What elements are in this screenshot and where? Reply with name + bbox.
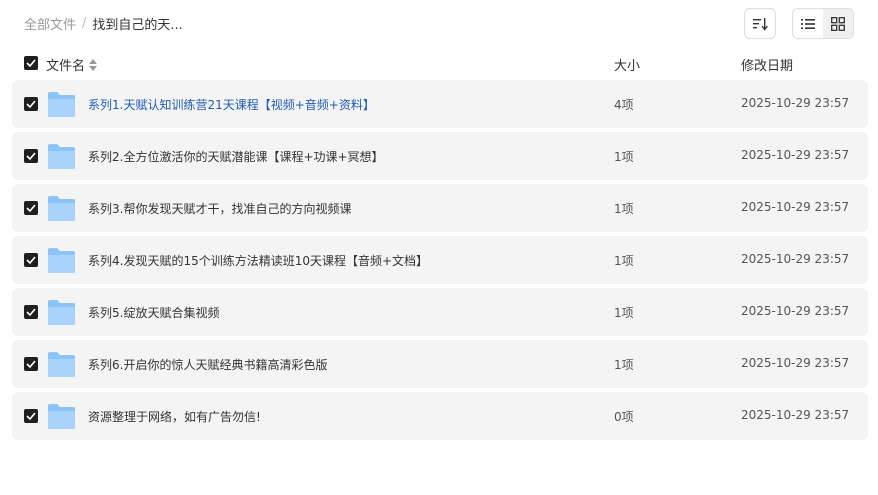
file-date: 2025-10-29 23:57 bbox=[741, 96, 850, 110]
column-name-label: 文件名 bbox=[46, 59, 86, 74]
check-icon bbox=[26, 256, 36, 264]
column-header-date: 修改日期 bbox=[741, 59, 794, 74]
file-size: 0项 bbox=[614, 410, 634, 424]
check-icon bbox=[26, 360, 36, 368]
breadcrumb: 全部文件 / 找到自己的天... bbox=[24, 14, 183, 33]
check-icon bbox=[26, 204, 36, 212]
file-name-link[interactable]: 系列4.发现天赋的15个训练方法精读班10天课程【音频+文档】 bbox=[88, 252, 428, 269]
file-size: 4项 bbox=[614, 98, 634, 112]
row-checkbox[interactable] bbox=[24, 201, 38, 215]
table-header: 文件名 大小 修改日期 bbox=[0, 52, 878, 76]
file-name-link[interactable]: 系列1.天赋认知训练营21天课程【视频+音频+资料】 bbox=[88, 96, 375, 113]
file-size: 1项 bbox=[614, 150, 634, 164]
row-checkbox[interactable] bbox=[24, 305, 38, 319]
folder-icon bbox=[48, 144, 75, 169]
list-view-button[interactable] bbox=[793, 9, 823, 38]
file-size: 1项 bbox=[614, 306, 634, 320]
file-date: 2025-10-29 23:57 bbox=[741, 252, 850, 266]
row-checkbox[interactable] bbox=[24, 97, 38, 111]
folder-icon bbox=[48, 92, 75, 117]
column-header-name[interactable]: 文件名 bbox=[46, 55, 98, 74]
grid-view-button[interactable] bbox=[823, 9, 853, 38]
sort-icon bbox=[753, 17, 768, 31]
folder-icon bbox=[48, 248, 75, 273]
sort-arrows-icon bbox=[89, 58, 98, 71]
folder-icon bbox=[48, 196, 75, 221]
select-all-checkbox[interactable] bbox=[24, 56, 38, 70]
check-icon bbox=[26, 59, 36, 67]
grid-view-icon bbox=[831, 16, 845, 31]
file-date: 2025-10-29 23:57 bbox=[741, 408, 850, 422]
check-icon bbox=[26, 308, 36, 316]
table-row[interactable]: 资源整理于网络，如有广告勿信! 0项 2025-10-29 23:57 bbox=[12, 392, 868, 440]
file-date: 2025-10-29 23:57 bbox=[741, 200, 850, 214]
file-name-link[interactable]: 资源整理于网络，如有广告勿信! bbox=[88, 408, 261, 425]
breadcrumb-root[interactable]: 全部文件 bbox=[24, 14, 76, 33]
column-header-size: 大小 bbox=[614, 59, 641, 74]
table-row[interactable]: 系列3.帮你发现天赋才干，找准自己的方向视频课 1项 2025-10-29 23… bbox=[12, 184, 868, 232]
file-date: 2025-10-29 23:57 bbox=[741, 304, 850, 318]
file-size: 1项 bbox=[614, 358, 634, 372]
row-checkbox[interactable] bbox=[24, 357, 38, 371]
file-name-link[interactable]: 系列6.开启你的惊人天赋经典书籍高清彩色版 bbox=[88, 356, 327, 373]
file-name-link[interactable]: 系列3.帮你发现天赋才干，找准自己的方向视频课 bbox=[88, 200, 351, 217]
view-switch bbox=[792, 8, 854, 39]
file-date: 2025-10-29 23:57 bbox=[741, 148, 850, 162]
top-bar: 全部文件 / 找到自己的天... bbox=[0, 0, 878, 48]
table-row[interactable]: 系列6.开启你的惊人天赋经典书籍高清彩色版 1项 2025-10-29 23:5… bbox=[12, 340, 868, 388]
folder-icon bbox=[48, 404, 75, 429]
check-icon bbox=[26, 412, 36, 420]
sort-button[interactable] bbox=[744, 8, 776, 39]
file-name-link[interactable]: 系列2.全方位激活你的天赋潜能课【课程+功课+冥想】 bbox=[88, 148, 384, 165]
table-row[interactable]: 系列4.发现天赋的15个训练方法精读班10天课程【音频+文档】 1项 2025-… bbox=[12, 236, 868, 284]
breadcrumb-separator: / bbox=[82, 16, 87, 31]
file-name-link[interactable]: 系列5.绽放天赋合集视频 bbox=[88, 304, 219, 321]
check-icon bbox=[26, 100, 36, 108]
folder-icon bbox=[48, 300, 75, 325]
table-row[interactable]: 系列1.天赋认知训练营21天课程【视频+音频+资料】 4项 2025-10-29… bbox=[12, 80, 868, 128]
row-checkbox[interactable] bbox=[24, 409, 38, 423]
file-size: 1项 bbox=[614, 202, 634, 216]
file-date: 2025-10-29 23:57 bbox=[741, 356, 850, 370]
check-icon bbox=[26, 152, 36, 160]
row-checkbox[interactable] bbox=[24, 149, 38, 163]
table-row[interactable]: 系列2.全方位激活你的天赋潜能课【课程+功课+冥想】 1项 2025-10-29… bbox=[12, 132, 868, 180]
file-size: 1项 bbox=[614, 254, 634, 268]
row-checkbox[interactable] bbox=[24, 253, 38, 267]
file-list: 系列1.天赋认知训练营21天课程【视频+音频+资料】 4项 2025-10-29… bbox=[12, 80, 868, 444]
breadcrumb-current: 找到自己的天... bbox=[92, 18, 183, 33]
list-view-icon bbox=[801, 18, 815, 29]
folder-icon bbox=[48, 352, 75, 377]
table-row[interactable]: 系列5.绽放天赋合集视频 1项 2025-10-29 23:57 bbox=[12, 288, 868, 336]
